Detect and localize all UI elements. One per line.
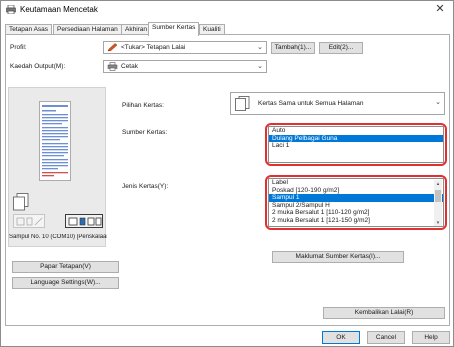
paper-type-option[interactable]: 2 muka Bersalut 1 [121-150 g/m2] [269, 217, 443, 225]
paper-source-label: Sumber Kertas: [122, 129, 168, 136]
scroll-up-icon[interactable]: ▴ [435, 181, 441, 187]
paper-selection-label: Pilihan Kertas: [122, 102, 164, 109]
paper-source-info-button[interactable]: Maklumat Sumber Kertas(I)... [272, 251, 404, 263]
paper-source-option[interactable]: Laci 1 [269, 142, 443, 150]
staple-icon [16, 217, 43, 226]
paper-type-option[interactable]: 2 muka Bersalut 1 [110-120 g/m2] [269, 209, 443, 217]
cancel-button[interactable]: Cancel [367, 331, 405, 344]
paper-type-label: Jenis Kertas(Y): [122, 183, 169, 190]
help-button[interactable]: Help [412, 331, 450, 344]
close-button[interactable]: ✕ [431, 2, 449, 17]
profile-select[interactable]: <Tukar> Tetapan Lalai ⌄ [103, 41, 267, 54]
profile-value: <Tukar> Tetapan Lalai [121, 44, 186, 51]
output-method-value: Cetak [121, 63, 138, 70]
pencil-icon [107, 43, 118, 52]
output-method-select[interactable]: Cetak ⌄ [103, 60, 267, 73]
paper-source-list[interactable]: Auto Dulang Pelbagai Guna Laci 1 [268, 126, 444, 163]
scrollbar-thumb[interactable] [435, 190, 441, 202]
title-bar: Keutamaan Mencetak ✕ [1, 1, 453, 19]
profile-label: Profil: [10, 44, 27, 51]
paper-pages-icon [235, 96, 250, 111]
layout-view-button[interactable] [65, 214, 103, 228]
restore-defaults-button[interactable]: Kembalikan Lalai(R) [323, 307, 445, 319]
copies-icon [13, 193, 29, 211]
stapling-view-button[interactable] [13, 214, 45, 228]
chevron-down-icon: ⌄ [435, 99, 441, 106]
page-preview: Sampul No. 10 (COM10) [Penskalaan: Auto] [8, 87, 107, 247]
printer-icon [107, 62, 118, 71]
output-method-label: Kaedah Output(M): [10, 63, 66, 70]
preview-caption: Sampul No. 10 (COM10) [Penskalaan: Auto] [9, 234, 107, 240]
page-options-button[interactable]: Papar Tetapan(V) [12, 261, 119, 273]
paper-selection-value: Kertas Sama untuk Semua Halaman [258, 100, 364, 107]
window-title: Keutamaan Mencetak [20, 5, 98, 14]
tab-panel: Profil: <Tukar> Tetapan Lalai ⌄ Tambah(1… [5, 34, 450, 326]
language-settings-button[interactable]: Language Settings(W)... [12, 277, 119, 289]
paper-type-scrollbar[interactable]: ▴ ▾ [434, 180, 442, 226]
paper-type-option[interactable]: Sampul 2/Sampul H [269, 202, 443, 210]
paper-source-option-selected[interactable]: Dulang Pelbagai Guna [269, 134, 443, 143]
paper-type-option[interactable]: Poskad [120-190 g/m2] [269, 187, 443, 195]
layout-icon [68, 217, 102, 226]
paper-type-option-selected[interactable]: Sampul 1 [269, 194, 443, 202]
paper-type-list[interactable]: Label Poskad [120-190 g/m2] Sampul 1 Sam… [268, 178, 444, 227]
tab-paper-source[interactable]: Sumber Kertas [148, 22, 200, 36]
scroll-down-icon[interactable]: ▾ [435, 220, 441, 226]
print-preferences-window: Keutamaan Mencetak ✕ Tetapan Asas Persed… [0, 0, 454, 347]
chevron-down-icon: ⌄ [257, 63, 263, 70]
paper-selection-select[interactable]: Kertas Sama untuk Semua Halaman ⌄ [230, 92, 445, 115]
document-preview-icon [39, 101, 71, 181]
edit-profile-button[interactable]: Edit(2)... [319, 42, 363, 54]
paper-type-option[interactable]: Label [269, 179, 443, 187]
ok-button[interactable]: OK [322, 331, 360, 344]
printer-icon [6, 5, 16, 14]
paper-source-option[interactable]: Auto [269, 127, 443, 135]
chevron-down-icon: ⌄ [257, 44, 263, 51]
add-profile-button[interactable]: Tambah(1)... [271, 42, 315, 54]
